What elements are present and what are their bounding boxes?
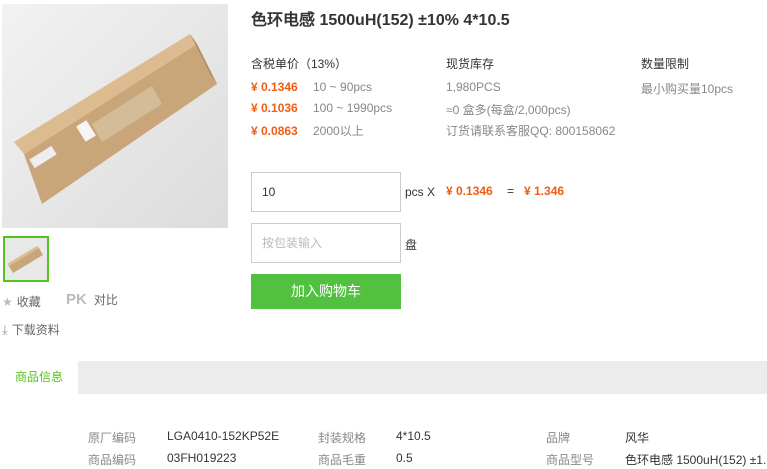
pack-unit-label: 盘 — [405, 238, 418, 252]
min-purchase: 最小购买量10pcs — [641, 82, 734, 96]
spec-value: 0.5 — [396, 451, 413, 465]
pk-icon: PK — [66, 291, 87, 308]
pcs-label: pcs X — [405, 185, 436, 199]
spec-value: LGA0410-152KP52E — [167, 429, 280, 443]
spec-key: 商品型号 — [546, 453, 595, 467]
price-tier: ¥ 0.1036 100 ~ 1990pcs — [251, 101, 392, 115]
stock-contact: 订货请联系客服QQ: 800158062 — [446, 124, 616, 138]
equals-sign: = — [507, 184, 515, 198]
add-to-cart-button[interactable]: 加入购物车 — [251, 274, 401, 309]
product-image — [2, 4, 228, 228]
star-icon: ★ — [2, 294, 13, 309]
limit-header: 数量限制 — [641, 57, 690, 71]
product-title: 色环电感 1500uH(152) ±10% 4*10.5 — [251, 12, 510, 29]
stock-header: 现货库存 — [446, 57, 495, 71]
pack-quantity-input[interactable]: 按包装输入 — [251, 223, 401, 263]
spec-key: 原厂编码 — [88, 431, 137, 445]
tab-bar: 商品信息 — [0, 361, 767, 394]
tier-price: ¥ 0.0863 — [251, 124, 298, 138]
spec-value: 4*10.5 — [396, 429, 431, 443]
stock-boxes: ≈0 盒多(每盒/2,000pcs) — [446, 103, 571, 117]
product-thumbnail[interactable] — [3, 236, 49, 282]
tier-price: ¥ 0.1036 — [251, 101, 298, 115]
compare-button[interactable]: PK 对比 — [66, 291, 118, 308]
compare-label: 对比 — [93, 293, 118, 307]
tier-range: 100 ~ 1990pcs — [313, 101, 393, 115]
stock-quantity: 1,980PCS — [446, 80, 501, 94]
favorite-button[interactable]: ★ 收藏 — [2, 293, 41, 310]
tier-range: 2000以上 — [313, 124, 364, 138]
unit-price: ¥ 0.1346 — [446, 184, 493, 198]
price-tier: ¥ 0.0863 2000以上 — [251, 122, 364, 139]
spec-key: 商品毛重 — [318, 453, 367, 467]
download-button[interactable]: ⤓ 下载资料 — [2, 321, 60, 338]
total-price: ¥ 1.346 — [524, 184, 565, 198]
spec-key: 品牌 — [546, 431, 571, 445]
spec-value: 03FH019223 — [167, 451, 237, 465]
spec-key: 封装规格 — [318, 431, 367, 445]
tier-price: ¥ 0.1346 — [251, 80, 298, 94]
price-header: 含税单价（13%） — [251, 57, 348, 71]
tier-range: 10 ~ 90pcs — [313, 80, 373, 94]
price-tier: ¥ 0.1346 10 ~ 90pcs — [251, 80, 372, 94]
tab-product-info[interactable]: 商品信息 — [0, 361, 78, 394]
spec-value: 色环电感 1500uH(152) ±1... — [625, 453, 767, 467]
download-icon: ⤓ — [2, 321, 8, 337]
quantity-input[interactable]: 10 — [251, 172, 401, 212]
download-label: 下载资料 — [11, 323, 60, 337]
spec-key: 商品编码 — [88, 453, 137, 467]
spec-value: 风华 — [625, 431, 650, 445]
favorite-label: 收藏 — [16, 295, 41, 309]
